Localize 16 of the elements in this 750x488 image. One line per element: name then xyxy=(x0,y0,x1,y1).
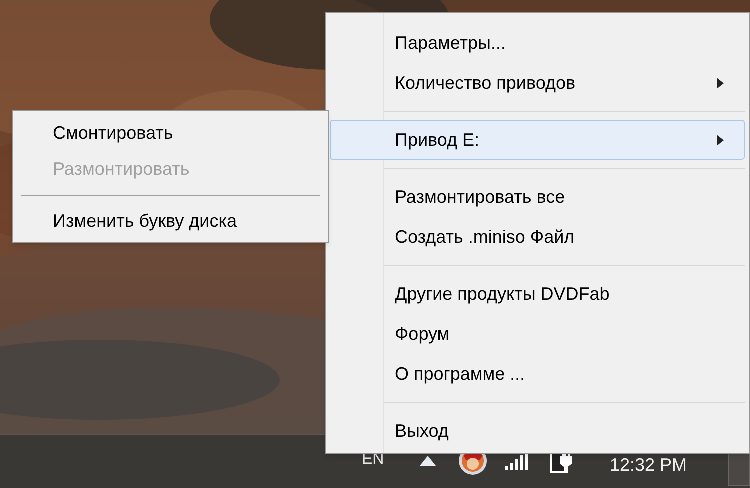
signal-strength-icon[interactable] xyxy=(505,452,529,470)
submenu-arrow-icon xyxy=(717,78,724,88)
menu-item[interactable]: Смонтировать xyxy=(13,115,328,151)
clock[interactable]: 12:32 PM xyxy=(610,452,688,479)
show-hidden-icons-icon[interactable] xyxy=(420,456,436,466)
menu-item[interactable]: Привод E: xyxy=(330,120,745,160)
menu-item[interactable]: Другие продукты DVDFab xyxy=(330,274,745,314)
menu-item[interactable]: Выход xyxy=(330,411,745,451)
menu-item[interactable]: Размонтировать все xyxy=(330,177,745,217)
menu-item[interactable]: Создать .miniso Файл xyxy=(330,217,745,257)
menu-item[interactable]: Изменить букву диска xyxy=(13,203,328,239)
menu-item[interactable]: Форум xyxy=(330,314,745,354)
menu-item[interactable]: О программе ... xyxy=(330,354,745,394)
menu-item[interactable]: Параметры... xyxy=(330,23,745,63)
submenu-arrow-icon xyxy=(717,134,724,146)
menu-item[interactable]: Количество приводов xyxy=(330,63,745,103)
